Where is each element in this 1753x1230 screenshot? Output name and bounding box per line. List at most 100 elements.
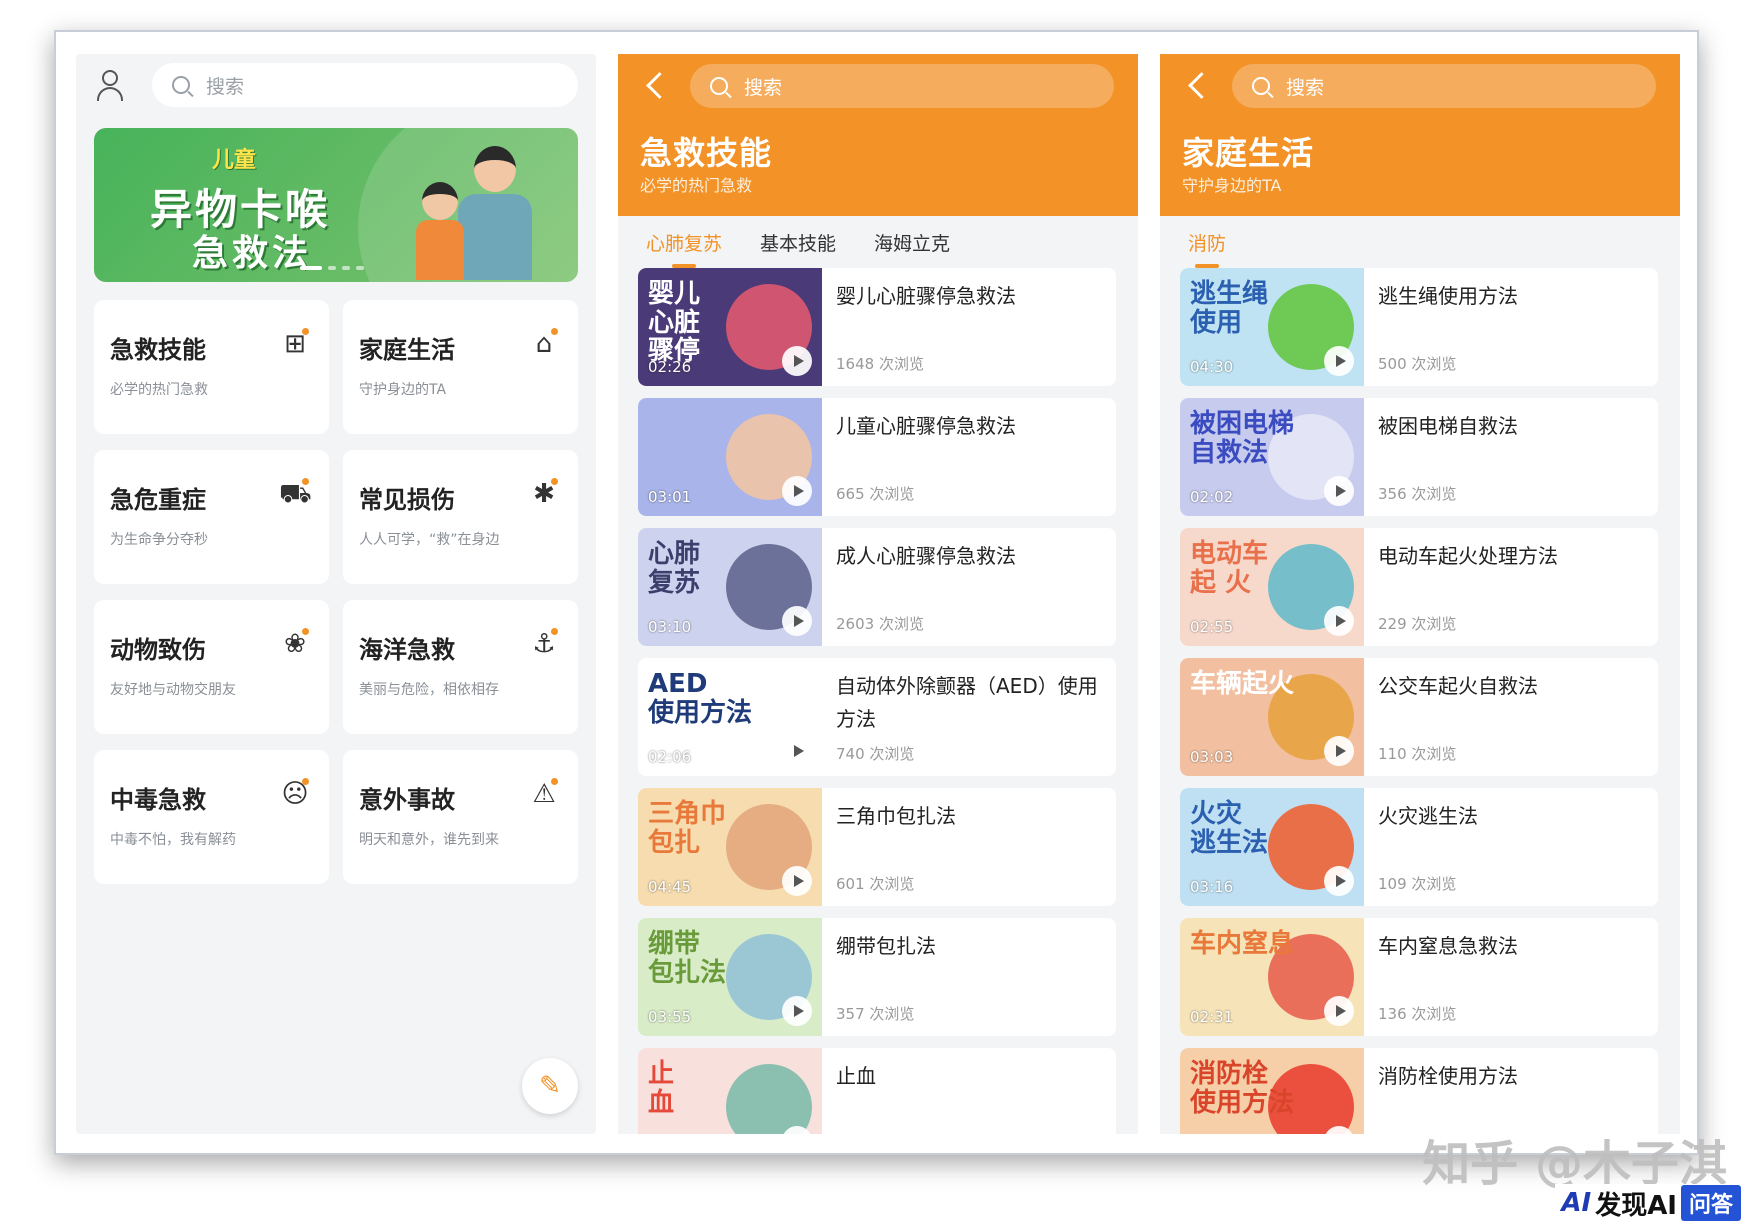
video-thumbnail[interactable]: 绷带 包扎法 03:55 [638,918,822,1036]
video-list-item[interactable]: 电动车 起 火 02:55 电动车起火处理方法 229 次浏览 [1180,528,1658,646]
video-thumbnail[interactable]: 车内窒息 02:31 [1180,918,1364,1036]
thumbnail-title: 婴儿 心脏 骤停 [648,279,701,367]
video-duration: 04:30 [1190,358,1234,376]
video-thumbnail[interactable]: 逃生绳 使用 04:30 [1180,268,1364,386]
play-icon[interactable] [782,996,812,1026]
play-icon[interactable] [1324,476,1354,506]
search-icon [1252,77,1270,95]
brand-logo-icon: AI [1561,1188,1592,1218]
video-list-item[interactable]: 婴儿 心脏 骤停 02:26 婴儿心脏骤停急救法 1648 次浏览 [638,268,1116,386]
video-info: 止血 [822,1048,1116,1134]
video-list-item[interactable]: 03:01 儿童心脏骤停急救法 665 次浏览 [638,398,1116,516]
video-title: 车内窒息急救法 [1378,934,1518,958]
user-icon[interactable] [94,68,128,102]
page-subtitle: 必学的热门急救 [640,176,753,195]
thumbnail-title: 消防栓 使用方法 [1190,1059,1295,1118]
home-panel: 搜索 儿童 异物卡喉 急救法 急救技能 必学的热门急救 ⊞ 家庭生活 守护身边的TA ⌂ 急… [76,54,596,1134]
skills-tabs: 心肺复苏 基本技能 海姆立克 [618,216,1138,268]
category-subtitle: 友好地与动物交朋友 [110,682,236,698]
video-list-item[interactable]: 心肺 复苏 03:10 成人心脏骤停急救法 2603 次浏览 [638,528,1116,646]
video-list-item[interactable]: 止 血 止血 [638,1048,1116,1134]
video-thumbnail[interactable]: AED 使用方法 02:06 [638,658,822,776]
thumbnail-title: 绷带 包扎法 [648,929,727,988]
skills-search-input[interactable]: 搜索 [690,64,1114,108]
tab-0[interactable]: 消防 [1188,229,1226,268]
play-icon[interactable] [782,606,812,636]
video-title: 公交车起火自救法 [1378,674,1538,698]
play-icon[interactable] [1324,606,1354,636]
video-list: 婴儿 心脏 骤停 02:26 婴儿心脏骤停急救法 1648 次浏览 03:01 儿童心脏骤… [618,268,1138,1134]
lifebuoy-icon: ⚓ [528,628,560,660]
brand-word: 发现AI [1595,1190,1677,1221]
video-thumbnail[interactable]: 婴儿 心脏 骤停 02:26 [638,268,822,386]
category-card[interactable]: 意外事故 明天和意外，谁先到来 ⚠ [343,750,578,884]
play-icon[interactable] [782,476,812,506]
play-icon[interactable] [782,866,812,896]
category-card[interactable]: 家庭生活 守护身边的TA ⌂ [343,300,578,434]
video-duration: 02:02 [1190,488,1234,506]
tab-2[interactable]: 海姆立克 [874,229,950,256]
video-list-item[interactable]: 三角巾 包扎 04:45 三角巾包扎法 601 次浏览 [638,788,1116,906]
video-title: 止血 [836,1064,876,1088]
video-duration: 02:06 [648,748,692,766]
family-tabs: 消防 [1160,216,1680,268]
play-icon[interactable] [782,346,812,376]
video-title: 被困电梯自救法 [1378,414,1518,438]
video-title: 绷带包扎法 [836,934,936,958]
injured-person-icon: ✱ [528,478,560,510]
video-thumbnail[interactable]: 被困电梯 自救法 02:02 [1180,398,1364,516]
play-icon[interactable] [782,736,812,766]
video-thumbnail[interactable]: 火灾 逃生法 03:16 [1180,788,1364,906]
category-subtitle: 必学的热门急救 [110,382,208,398]
category-subtitle: 美丽与危险，相依相存 [359,682,499,698]
category-card[interactable]: 中毒急救 中毒不怕，我有解药 ☹ [94,750,329,884]
video-info: 逃生绳使用方法 500 次浏览 [1364,268,1658,386]
family-search-input[interactable]: 搜索 [1232,64,1656,108]
play-icon[interactable] [1324,346,1354,376]
video-info: 儿童心脏骤停急救法 665 次浏览 [822,398,1116,516]
video-duration: 02:55 [1190,618,1234,636]
thumbnail-title: 逃生绳 使用 [1190,279,1269,338]
edit-button[interactable]: ✎ [522,1058,578,1114]
video-thumbnail[interactable]: 电动车 起 火 02:55 [1180,528,1364,646]
view-count: 356 次浏览 [1378,485,1457,503]
video-thumbnail[interactable]: 车辆起火 03:03 [1180,658,1364,776]
tab-1[interactable]: 基本技能 [760,229,836,256]
video-list-item[interactable]: AED 使用方法 02:06 自动体外除颤器（AED）使用方法 740 次浏览 [638,658,1116,776]
video-list-item[interactable]: 消防栓 使用方法 消防栓使用方法 [1180,1048,1658,1134]
video-list: 逃生绳 使用 04:30 逃生绳使用方法 500 次浏览 被困电梯 自救法 02:02 被困… [1160,268,1680,1134]
video-thumbnail[interactable]: 03:01 [638,398,822,516]
video-list-item[interactable]: 被困电梯 自救法 02:02 被困电梯自救法 356 次浏览 [1180,398,1658,516]
banner-tag: 儿童 [212,148,257,173]
video-list-item[interactable]: 绷带 包扎法 03:55 绷带包扎法 357 次浏览 [638,918,1116,1036]
video-thumbnail[interactable]: 消防栓 使用方法 [1180,1048,1364,1134]
category-card[interactable]: 海洋急救 美丽与危险，相依相存 ⚓ [343,600,578,734]
search-placeholder: 搜索 [744,76,783,99]
play-icon[interactable] [1324,736,1354,766]
tab-0[interactable]: 心肺复苏 [646,229,722,268]
search-input[interactable]: 搜索 [152,63,578,107]
play-icon[interactable] [1324,996,1354,1026]
search-placeholder: 搜索 [1286,76,1325,99]
back-arrow-icon[interactable] [1184,70,1212,104]
category-card[interactable]: 急危重症 为生命争分夺秒 ⛟ [94,450,329,584]
video-title: 电动车起火处理方法 [1378,544,1558,568]
video-thumbnail[interactable]: 止 血 [638,1048,822,1134]
video-duration: 03:01 [648,488,692,506]
video-thumbnail[interactable]: 三角巾 包扎 04:45 [638,788,822,906]
video-list-item[interactable]: 车内窒息 02:31 车内窒息急救法 136 次浏览 [1180,918,1658,1036]
play-icon[interactable] [1324,866,1354,896]
video-list-item[interactable]: 逃生绳 使用 04:30 逃生绳使用方法 500 次浏览 [1180,268,1658,386]
family-header: 搜索 家庭生活 守护身边的TA [1160,54,1680,216]
search-placeholder: 搜索 [206,75,245,98]
video-list-item[interactable]: 火灾 逃生法 03:16 火灾逃生法 109 次浏览 [1180,788,1658,906]
video-info: 成人心脏骤停急救法 2603 次浏览 [822,528,1116,646]
thumbnail-title: AED 使用方法 [648,669,753,728]
video-thumbnail[interactable]: 心肺 复苏 03:10 [638,528,822,646]
category-card[interactable]: 动物致伤 友好地与动物交朋友 ❀ [94,600,329,734]
promo-banner[interactable]: 儿童 异物卡喉 急救法 [94,128,578,282]
category-card[interactable]: 常见损伤 人人可学，“救”在身边 ✱ [343,450,578,584]
video-list-item[interactable]: 车辆起火 03:03 公交车起火自救法 110 次浏览 [1180,658,1658,776]
category-card[interactable]: 急救技能 必学的热门急救 ⊞ [94,300,329,434]
back-arrow-icon[interactable] [642,70,670,104]
